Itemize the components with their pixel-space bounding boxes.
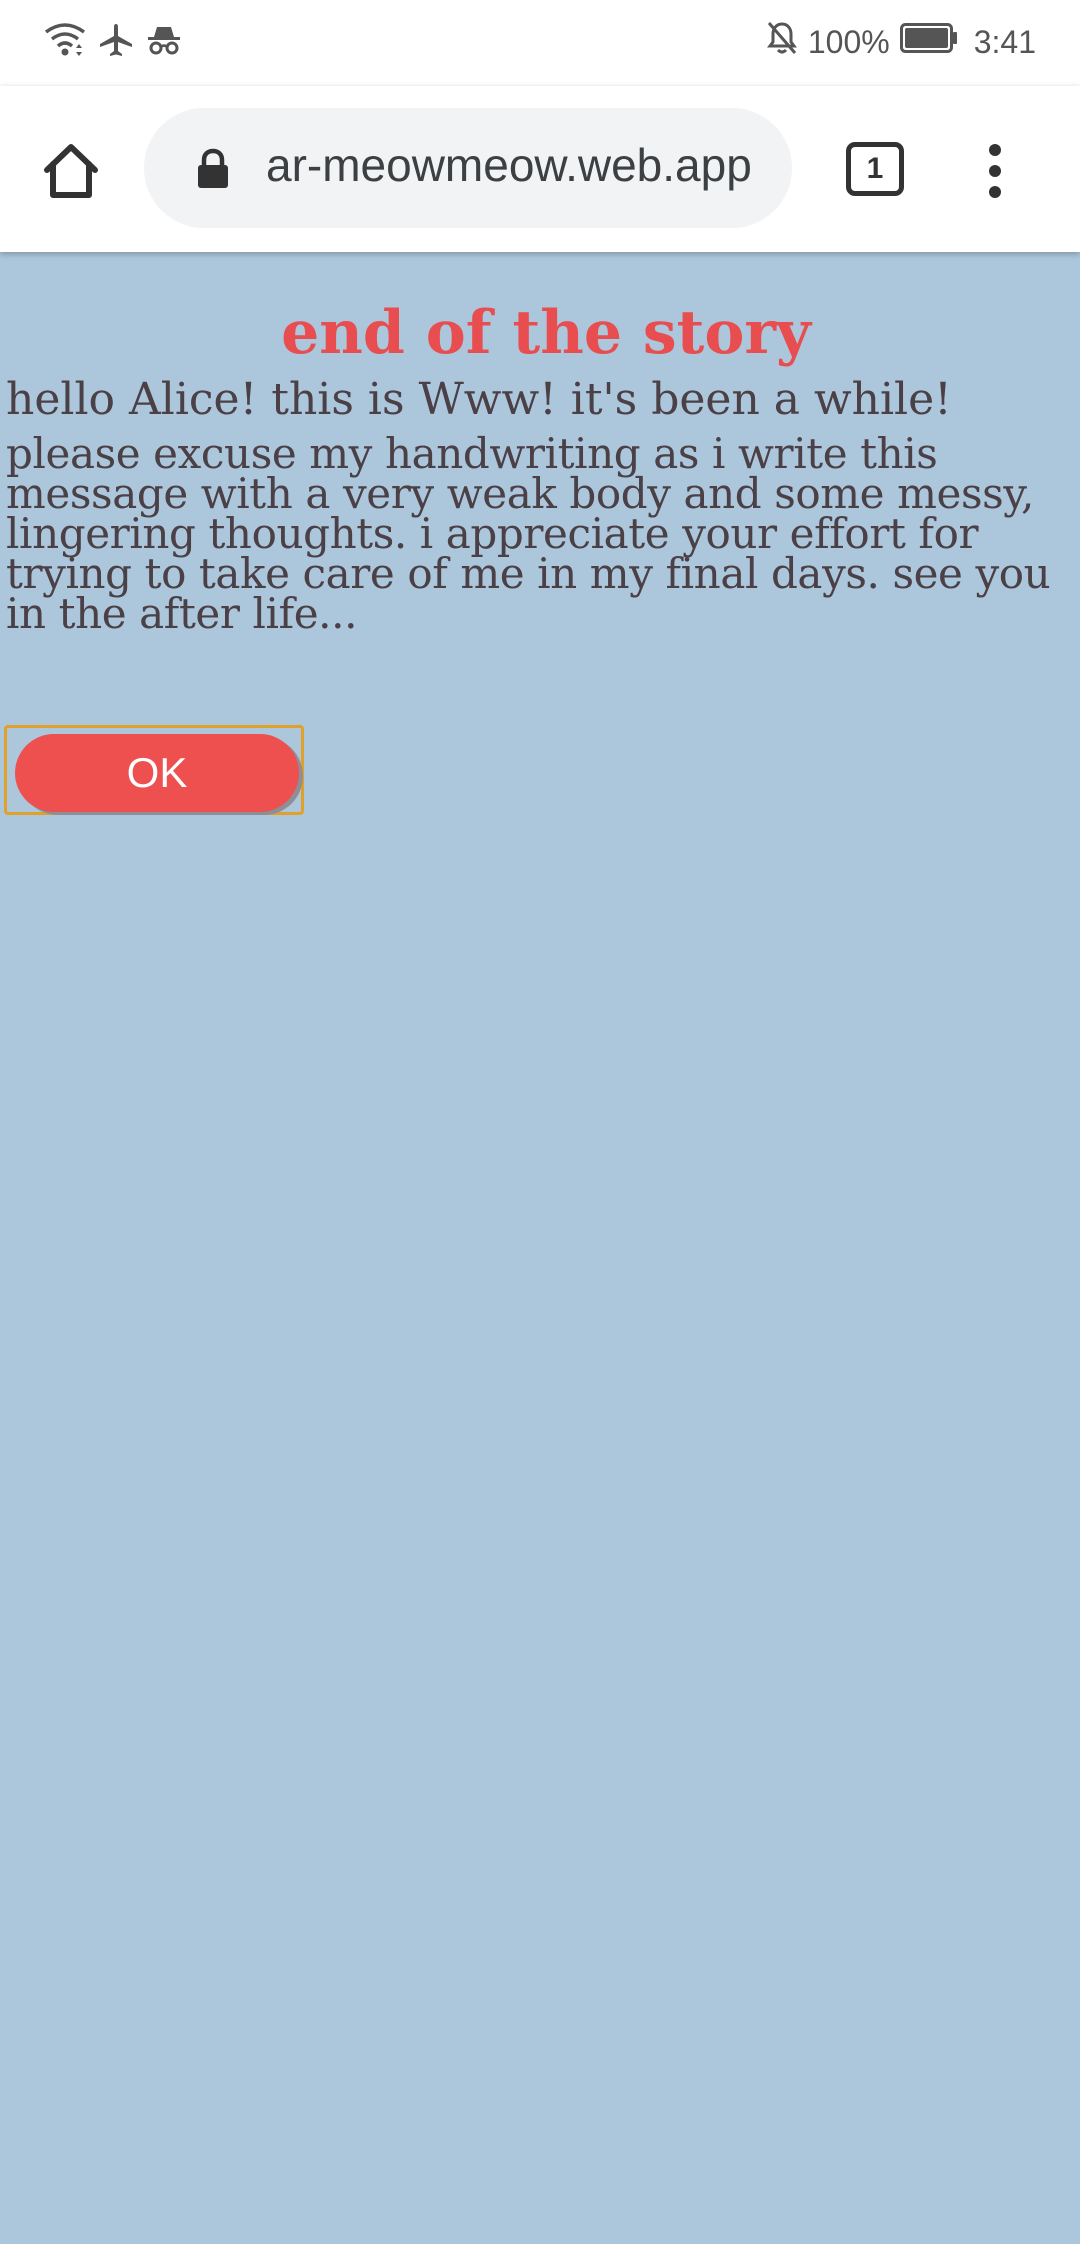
clock: 3:41	[973, 23, 1036, 60]
status-icons-left	[44, 22, 182, 62]
page-content: end of the story hello Alice! this is Ww…	[0, 252, 1080, 2244]
wifi-icon	[44, 22, 86, 62]
address-bar[interactable]: ar-meowmeow.web.app	[144, 108, 792, 228]
bell-off-icon	[766, 20, 798, 64]
greeting-text: hello Alice! this is Www! it's been a wh…	[6, 374, 952, 425]
lock-icon	[196, 148, 230, 194]
incognito-icon	[146, 23, 182, 61]
message-text: please excuse my handwriting as i write …	[6, 429, 1051, 638]
home-button[interactable]	[28, 136, 114, 206]
battery-icon	[899, 23, 958, 61]
menu-dot	[989, 186, 1001, 198]
url-value: ar-meowmeow.web.app	[266, 139, 752, 191]
home-icon	[44, 144, 98, 198]
status-icons-right: 100% 3:41	[766, 20, 1036, 64]
ok-button-focus-outline: OK	[4, 725, 304, 815]
browser-toolbar: ar-meowmeow.web.app 1	[0, 86, 1080, 252]
status-bar: 100% 3:41	[0, 0, 1080, 86]
menu-dot	[989, 144, 1001, 156]
airplane-icon	[98, 22, 134, 62]
tab-count: 1	[866, 152, 884, 185]
ok-button[interactable]: OK	[15, 734, 299, 812]
page-title: end of the story	[281, 298, 811, 368]
tab-switcher-button[interactable]: 1	[846, 142, 904, 196]
more-vert-icon[interactable]	[980, 144, 1010, 198]
battery-percent: 100%	[807, 23, 890, 60]
url-text[interactable]: ar-meowmeow.web.app	[266, 138, 786, 192]
menu-dot	[989, 165, 1001, 177]
